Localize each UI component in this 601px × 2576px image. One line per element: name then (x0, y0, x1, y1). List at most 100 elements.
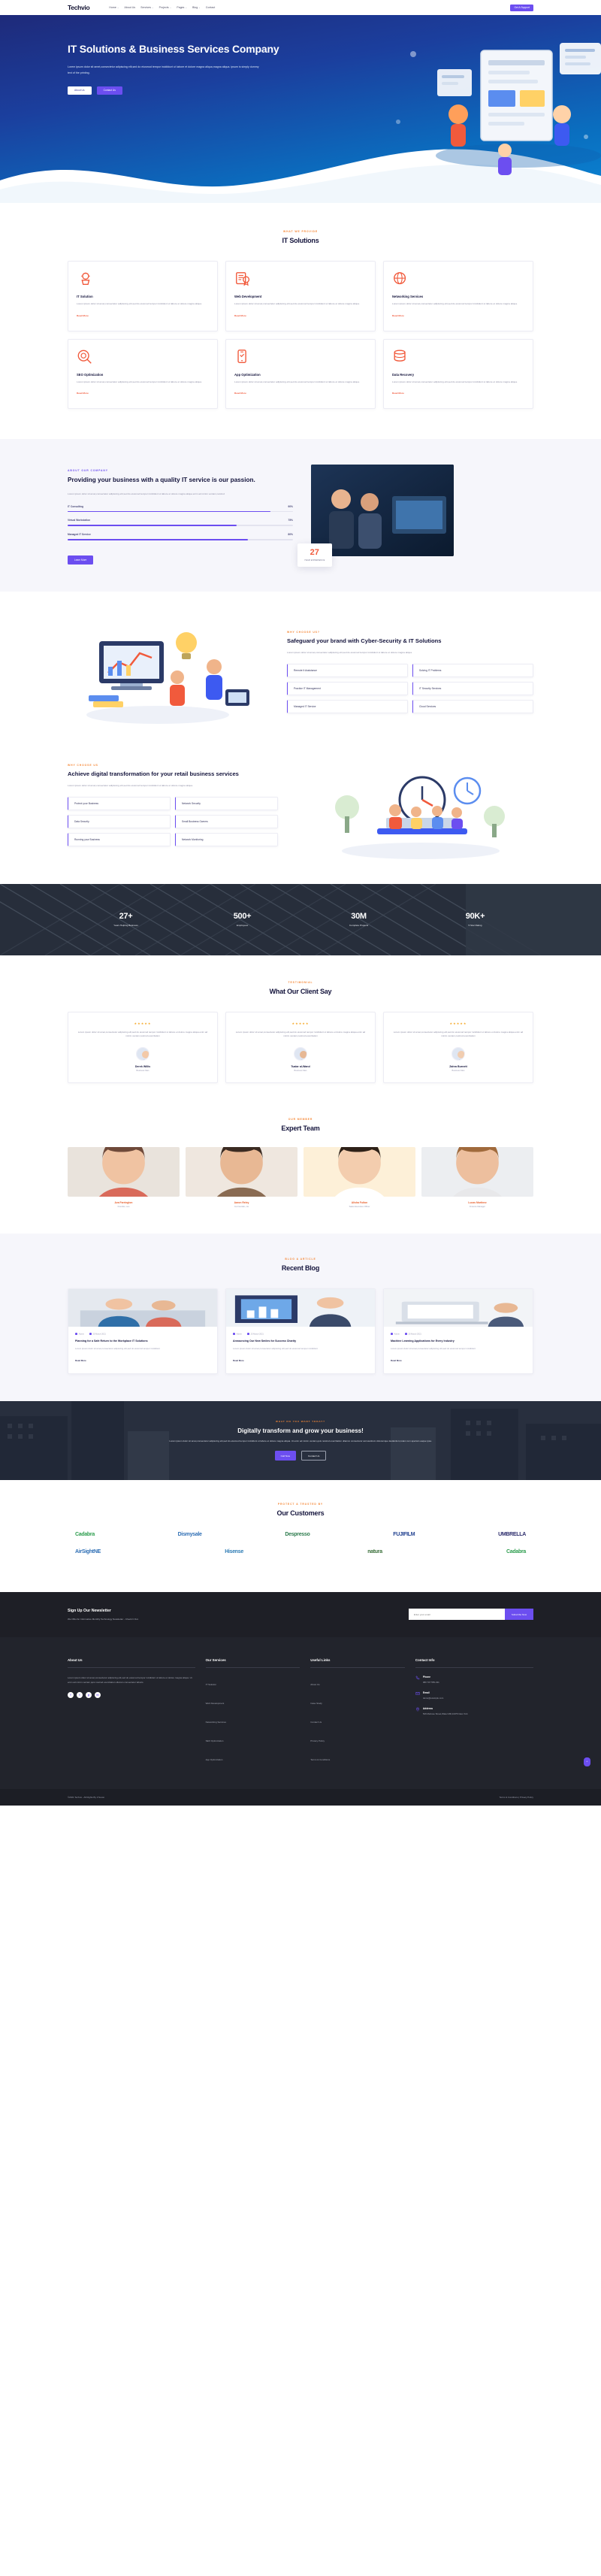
service-card[interactable]: Data Recovery Lorem ipsum dolor sit amet,… (383, 338, 533, 410)
nav-item-blog[interactable]: Blog⌄ (192, 6, 201, 9)
footer-service-link[interactable]: IT Solution (206, 1683, 216, 1686)
retail-label: WHY CHOOSE US (68, 763, 98, 767)
blog-excerpt: Lorem ipsum dolor sit amet,consectetur a… (233, 1347, 318, 1351)
social-icon-p[interactable]: p (86, 1691, 92, 1698)
team-member[interactable]: Aaron Reley Co-Founder, cto (186, 1147, 297, 1208)
blog-read-more-link[interactable]: Read More (75, 1359, 86, 1362)
feature-item[interactable]: Network Monitoring (175, 833, 278, 847)
service-card-title: Networking Services (392, 295, 424, 298)
blog-read-more-link[interactable]: Read More (391, 1359, 402, 1362)
gear-bulb-icon (81, 272, 90, 286)
footer-contact-title: Contact Info (415, 1658, 533, 1668)
footer-service-link[interactable]: Web Development (206, 1702, 225, 1705)
service-read-more-link[interactable]: Read More (77, 314, 89, 317)
nav-item-about-us[interactable]: About Us (124, 6, 135, 9)
team-member[interactable]: Ava Farrington Founder, ceo (68, 1147, 180, 1208)
nav-item-services[interactable]: Services⌄ (140, 6, 153, 9)
footer-link-item[interactable]: Contact Us (310, 1713, 405, 1727)
footer-service-item[interactable]: App Optimization (206, 1751, 300, 1764)
nav-item-contact[interactable]: Contact (206, 6, 215, 9)
footer-service-item[interactable]: Networking Services (206, 1713, 300, 1727)
footer-link-link[interactable]: Terms & Conditions (310, 1758, 330, 1761)
blog-title: Planning for a Safe Return to the Workpl… (75, 1339, 148, 1342)
footer-link-item[interactable]: Terms & Conditions (310, 1751, 405, 1764)
service-card[interactable]: SEO Optimization Lorem ipsum dolor sit am… (68, 338, 218, 410)
feature-item[interactable]: Solving IT Problems (412, 664, 533, 678)
blog-card[interactable]: Admin 25 March 2021 Planning for a Safe Re… (68, 1288, 218, 1374)
feature-item[interactable]: Protect your Business (68, 797, 171, 811)
about-learn-more-button[interactable]: Learn More (68, 555, 94, 565)
blog-card[interactable]: Admin 25 March 2021 Machine Learning Appli… (383, 1288, 533, 1374)
get-support-button[interactable]: Get A Support (510, 4, 533, 11)
service-card-title: Data Recovery (392, 372, 415, 377)
nav-item-projects[interactable]: Projects⌄ (159, 6, 172, 9)
blog-card[interactable]: Admin 25 March 2021 Announcing Our New Smi… (225, 1288, 376, 1374)
nav-item-home[interactable]: Home⌄ (109, 6, 119, 9)
blog-title: Announcing Our New Smiles for Success Ch… (233, 1339, 297, 1342)
service-card[interactable]: Networking Services Lorem ipsum dolor sit… (383, 261, 533, 331)
footer-link-item[interactable]: Privacy Policy (310, 1732, 405, 1745)
feature-item[interactable]: Managed IT Service (287, 700, 408, 714)
cta-contact-button[interactable]: Contact Us (301, 1451, 327, 1461)
feature-item[interactable]: Data Security (68, 815, 171, 829)
team-member[interactable]: Lucas Martinez Finance Manager (421, 1147, 533, 1208)
footer-service-item[interactable]: SEO Optimization (206, 1732, 300, 1745)
feature-item[interactable]: Remote It Assistance (287, 664, 408, 678)
newsletter-subscribe-button[interactable]: Subscribe Now (504, 1609, 533, 1621)
testimonial-title: What Our Client Say (269, 987, 332, 995)
team-member-name: Lucas Martinez (468, 1201, 487, 1205)
nav-item-pages[interactable]: Pages⌄ (177, 6, 187, 9)
footer-services-list: IT Solution Web Development Networking Ser… (206, 1675, 300, 1764)
blog-author: Admin (391, 1333, 400, 1336)
blog-author: Admin (233, 1333, 242, 1336)
hero-contact-button[interactable]: Contact Us (96, 86, 122, 95)
team-member[interactable]: Alisha Fulton Sales Executive Officer (304, 1147, 415, 1208)
footer-service-link[interactable]: SEO Optimization (206, 1739, 224, 1742)
blog-title: Recent Blog (281, 1264, 320, 1273)
feature-item[interactable]: IT Security Services (412, 682, 533, 696)
feature-item[interactable]: Small Business Owners (175, 815, 278, 829)
footer-link-link[interactable]: Contact Us (310, 1721, 322, 1724)
social-icon-f[interactable]: f (68, 1691, 74, 1698)
footer-service-item[interactable]: Web Development (206, 1694, 300, 1708)
footer-link-link[interactable]: About Us (310, 1683, 319, 1686)
social-icon-t[interactable]: t (77, 1691, 83, 1698)
newsletter-email-input[interactable] (408, 1609, 505, 1621)
feature-item[interactable]: Running your Business (68, 833, 171, 847)
why-illustration (86, 631, 249, 724)
cta-call-now-button[interactable]: Call Now (274, 1451, 297, 1461)
service-read-more-link[interactable]: Read More (392, 314, 404, 317)
team-member-role: Co-Founder, cto (234, 1206, 249, 1209)
service-card[interactable]: IT Solution Lorem ipsum dolor sit amet,co… (68, 261, 218, 331)
social-icon-in[interactable]: in (95, 1691, 101, 1698)
footer-link-item[interactable]: Case Study (310, 1694, 405, 1708)
footer-service-link[interactable]: Networking Services (206, 1721, 226, 1724)
footer-link-link[interactable]: Case Study (310, 1702, 322, 1705)
retail-illustration (335, 776, 505, 859)
back-to-top-button[interactable]: ^ (584, 1757, 590, 1766)
service-card[interactable]: Web Development Lorem ipsum dolor sit ame… (225, 261, 376, 331)
footer-link-link[interactable]: Privacy Policy (310, 1739, 325, 1742)
client-logo: Cadabra (506, 1548, 526, 1554)
service-read-more-link[interactable]: Read More (234, 314, 246, 317)
service-card[interactable]: App Optimization Lorem ipsum dolor sit am… (225, 338, 376, 410)
brand-logo[interactable]: Techvio (68, 4, 90, 11)
service-read-more-link[interactable]: Read More (77, 392, 89, 395)
hero-about-button[interactable]: About Us (68, 86, 92, 95)
feature-item[interactable]: Practice IT Management (287, 682, 408, 696)
blog-read-more-link[interactable]: Read More (233, 1359, 244, 1362)
feature-item[interactable]: Cloud Services (412, 700, 533, 714)
footer-service-link[interactable]: App Optimization (206, 1758, 223, 1761)
blog-date: 25 March 2021 (404, 1333, 421, 1336)
footer-bottom-links[interactable]: Terms & Conditions | Privacy Policy (500, 1796, 533, 1799)
skill-name: Managed IT Service (68, 532, 91, 536)
stat-label: Years Helping Business (113, 924, 138, 928)
service-read-more-link[interactable]: Read More (234, 392, 246, 395)
stat-item: 30M Complete Projects (300, 912, 417, 927)
footer-service-item[interactable]: IT Solution (206, 1675, 300, 1689)
why-choose-section: WHY CHOOSE US? Safeguard your brand with… (0, 591, 601, 752)
feature-item[interactable]: Network Security (175, 797, 278, 811)
contact-info-row: Email demo@example.com (415, 1691, 533, 1700)
service-read-more-link[interactable]: Read More (392, 392, 404, 395)
footer-link-item[interactable]: About Us (310, 1675, 405, 1689)
